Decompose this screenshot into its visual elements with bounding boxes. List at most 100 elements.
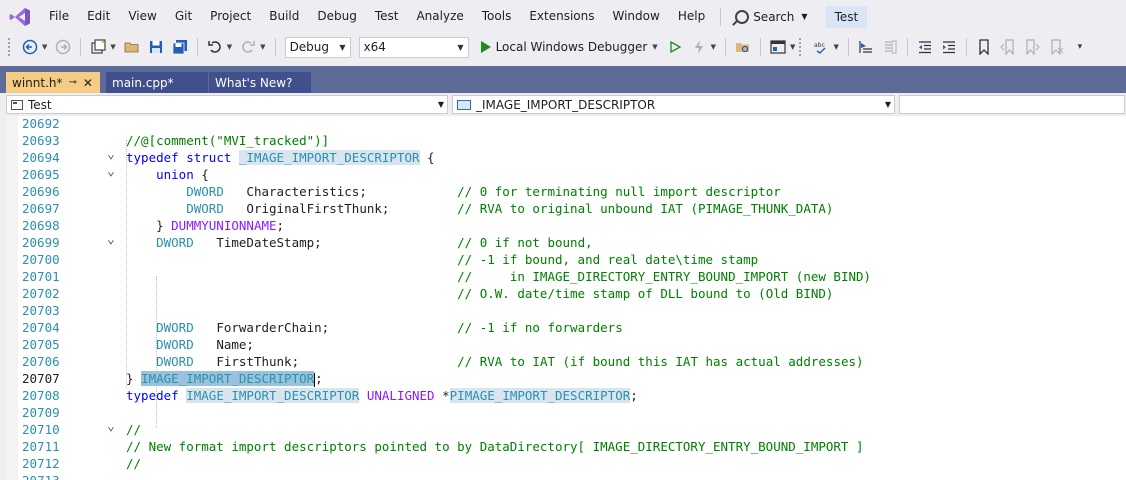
menu-extensions[interactable]: Extensions (520, 0, 603, 33)
bookmark-icon[interactable] (975, 38, 993, 56)
menu-test[interactable]: Test (366, 0, 408, 33)
code-line[interactable]: 20709 (6, 404, 1126, 421)
scope-dropdown[interactable]: _IMAGE_IMPORT_DESCRIPTOR ▼ (452, 95, 895, 114)
fold-toggle-icon[interactable]: ⌄ (107, 420, 116, 433)
navigate-forward-icon[interactable] (54, 38, 72, 56)
chevron-down-icon[interactable]: ▼ (711, 43, 716, 51)
undo-icon[interactable] (206, 38, 224, 56)
toolbar-separator (760, 38, 762, 56)
chevron-down-icon[interactable]: ▼ (833, 43, 838, 51)
project-dropdown[interactable]: Test ▼ (6, 95, 448, 114)
pin-icon[interactable]: ⊸ (68, 77, 76, 88)
code-line[interactable]: 20694 ⌄ typedef struct _IMAGE_IMPORT_DESCR… (6, 148, 1126, 166)
code-line[interactable]: 20698 } DUMMYUNIONNAME; (6, 217, 1126, 234)
new-project-icon[interactable] (89, 38, 107, 56)
go-to-definition-icon[interactable] (857, 38, 875, 56)
code-line[interactable]: 20710 ⌄ // (6, 420, 1126, 438)
code-line[interactable]: 20697 DWORD OriginalFirstThunk; // RVA t… (6, 200, 1126, 217)
solution-name[interactable]: Test (825, 5, 868, 28)
start-debugging-button[interactable]: Local Windows Debugger ▼ (480, 40, 662, 54)
toolbar-grip[interactable] (8, 38, 12, 56)
window-layout-icon[interactable] (769, 38, 787, 56)
increase-indent-icon[interactable] (940, 38, 958, 56)
tab-label: main.cpp* (112, 75, 174, 90)
code-line[interactable]: 20712 // (6, 455, 1126, 472)
tab-whats-new[interactable]: What's New? (209, 72, 312, 93)
line-number: 20712 (22, 456, 60, 471)
solution-configuration-dropdown[interactable]: Debug ▼ (284, 36, 351, 58)
menu-build[interactable]: Build (260, 0, 308, 33)
code-editor[interactable]: 20692 20693//@[comment("MVI_tracked")] 206… (6, 116, 1126, 480)
open-folder-icon[interactable] (123, 38, 141, 56)
code-line[interactable]: 20711 // New format import descriptors po… (6, 438, 1126, 455)
code-text: //@[comment("MVI_tracked")] (126, 133, 330, 148)
navigate-back-icon[interactable] (21, 38, 39, 56)
clear-bookmarks-icon[interactable] (1047, 38, 1065, 56)
code-line[interactable]: 20693 //@[comment("MVI_tracked")] (6, 132, 1126, 149)
menu-analyze[interactable]: Analyze (407, 0, 472, 33)
start-without-debugging-icon[interactable] (666, 38, 684, 56)
fold-toggle-icon[interactable]: ⌄ (107, 165, 116, 178)
chevron-down-icon[interactable]: ▼ (260, 43, 265, 51)
fold-toggle-icon[interactable]: ⌄ (107, 148, 116, 161)
code-line[interactable]: 20708 typedef IMAGE_IMPORT_DESCRIPTOR UNA… (6, 387, 1126, 404)
next-bookmark-icon[interactable] (1023, 38, 1041, 56)
code-line[interactable]: 20701 // in IMAGE_DIRECTORY_ENTRY_BOUND_… (6, 268, 1126, 285)
toolbar-separator (725, 38, 727, 56)
spell-check-icon[interactable]: abc (812, 38, 830, 56)
tab-winnt-h[interactable]: winnt.h* ⊸ ✕ (6, 72, 100, 93)
play-icon (480, 41, 491, 53)
code-line[interactable]: 20700 // -1 if bound, and real date\time… (6, 251, 1126, 268)
code-text: DWORD Characteristics; // 0 for terminat… (186, 184, 781, 199)
hot-reload-icon[interactable] (690, 38, 708, 56)
member-dropdown[interactable] (899, 95, 1125, 114)
code-line[interactable]: 20706 DWORD FirstThunk; // RVA to IAT (i… (6, 353, 1126, 370)
menu-window[interactable]: Window (604, 0, 669, 33)
fold-toggle-icon[interactable]: ⌄ (107, 233, 116, 246)
menu-edit[interactable]: Edit (78, 0, 119, 33)
save-all-icon[interactable] (171, 38, 189, 56)
code-line[interactable]: 20713 (6, 472, 1126, 480)
menu-project[interactable]: Project (201, 0, 260, 33)
line-number: 20710 (22, 422, 60, 437)
line-number: 20695 (22, 167, 60, 182)
menu-debug[interactable]: Debug (308, 0, 365, 33)
solution-platform-dropdown[interactable]: x64 ▼ (358, 36, 469, 58)
close-icon[interactable]: ✕ (83, 76, 93, 90)
tab-main-cpp[interactable]: main.cpp* (106, 72, 209, 93)
previous-bookmark-icon[interactable] (999, 38, 1017, 56)
toolbar-overflow-icon[interactable]: ▾ (1071, 38, 1089, 56)
chevron-down-icon[interactable]: ▼ (110, 43, 115, 51)
code-line[interactable]: 20707} IMAGE_IMPORT_DESCRIPTOR; (6, 370, 1126, 387)
menu-file[interactable]: File (40, 0, 78, 33)
code-line[interactable]: 20699 ⌄ DWORD TimeDateStamp; // 0 if not … (6, 233, 1126, 251)
code-line[interactable]: 20696 DWORD Characteristics; // 0 for te… (6, 183, 1126, 200)
code-line[interactable]: 20702 // O.W. date/time stamp of DLL bou… (6, 285, 1126, 302)
save-icon[interactable] (147, 38, 165, 56)
visual-studio-logo-icon[interactable] (0, 0, 40, 33)
toolbar-grip[interactable] (799, 38, 803, 56)
line-number: 20709 (22, 405, 60, 420)
menu-help[interactable]: Help (669, 0, 714, 33)
code-line[interactable]: 20703 (6, 302, 1126, 319)
code-line[interactable]: 20695 ⌄ union { (6, 165, 1126, 183)
redo-icon[interactable] (239, 38, 257, 56)
code-line[interactable]: 20692 (6, 116, 1126, 132)
code-line[interactable]: 20705 DWORD Name; (6, 336, 1126, 353)
code-text: } IMAGE_IMPORT_DESCRIPTOR; (126, 371, 323, 387)
decrease-indent-icon[interactable] (916, 38, 934, 56)
menu-tools[interactable]: Tools (473, 0, 521, 33)
chevron-down-icon[interactable]: ▼ (42, 43, 47, 51)
menu-view[interactable]: View (119, 0, 165, 33)
peek-definition-icon[interactable] (881, 38, 899, 56)
chevron-down-icon[interactable]: ▼ (790, 43, 795, 51)
chevron-down-icon[interactable]: ▼ (227, 43, 232, 51)
code-text: union { (156, 167, 209, 182)
solution-platform-value: x64 (363, 40, 386, 54)
search-button[interactable]: Search ▼ (727, 0, 815, 33)
find-in-files-icon[interactable] (734, 38, 752, 56)
code-line[interactable]: 20704 DWORD ForwarderChain; // -1 if no … (6, 319, 1126, 336)
toolbar-separator (80, 38, 82, 56)
chevron-down-icon[interactable]: ▼ (652, 43, 657, 51)
menu-git[interactable]: Git (166, 0, 201, 33)
